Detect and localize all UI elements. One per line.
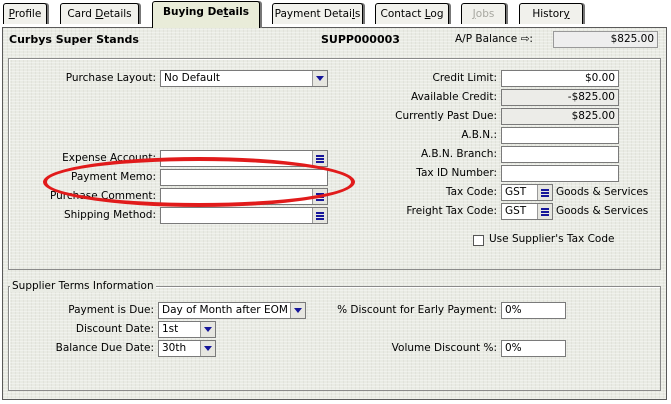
list-lookup-icon[interactable] [537, 204, 552, 219]
tab-history[interactable]: History [519, 3, 583, 24]
tab-label: Card Details [67, 8, 132, 20]
supplier-code: SUPP000003 [321, 33, 400, 46]
freight-tax-code-description: Goods & Services [556, 205, 649, 217]
past-due-value: $825.00 [501, 108, 619, 125]
balance-due-label: Balance Due Date: [55, 342, 154, 354]
payment-memo-field[interactable] [160, 169, 328, 186]
freight-tax-code-field[interactable]: GST [501, 203, 553, 220]
discount-date-label: Discount Date: [75, 323, 154, 335]
balance-due-select[interactable]: 30th [158, 340, 216, 357]
ap-balance-value: $825.00 [553, 31, 658, 48]
tab-label: Jobs [472, 8, 495, 20]
abn-field[interactable] [501, 127, 619, 144]
payment-due-value: Day of Month after EOM [162, 304, 288, 316]
discount-date-value: 1st [162, 323, 179, 335]
tab-profile[interactable]: Profile [3, 3, 47, 24]
chevron-down-icon[interactable] [312, 71, 327, 86]
volume-discount-value: 0% [505, 342, 522, 354]
tax-code-value: GST [505, 186, 527, 198]
credit-limit-value: $0.00 [584, 72, 615, 84]
tax-id-field[interactable] [501, 165, 619, 182]
shipping-method-label: Shipping Method: [63, 209, 156, 221]
list-lookup-icon[interactable] [537, 185, 552, 200]
chevron-down-icon[interactable] [200, 322, 215, 337]
tab-label: Contact Log [380, 8, 444, 20]
use-supplier-tax-checkbox[interactable] [473, 235, 484, 246]
ap-balance-label: A/P Balance ⇨: [455, 33, 533, 45]
abn-branch-field[interactable] [501, 146, 619, 163]
tab-strip: Profile Card Details Buying Details Paym… [0, 0, 671, 28]
shipping-method-field[interactable] [160, 207, 328, 224]
tab-contact-log[interactable]: Contact Log [375, 3, 449, 24]
early-discount-label: % Discount for Early Payment: [337, 304, 497, 316]
payment-memo-label: Payment Memo: [70, 171, 156, 183]
use-supplier-tax-label: Use Supplier's Tax Code [489, 233, 615, 245]
volume-discount-field[interactable]: 0% [501, 340, 566, 357]
expense-account-label: Expense Account: [62, 152, 156, 164]
supplier-name: Curbys Super Stands [9, 33, 139, 46]
discount-date-select[interactable]: 1st [158, 321, 216, 338]
chevron-down-icon[interactable] [200, 341, 215, 356]
freight-tax-code-label: Freight Tax Code: [406, 205, 497, 217]
tab-jobs: Jobs [461, 3, 506, 24]
chevron-down-icon[interactable] [290, 303, 305, 318]
payment-due-select[interactable]: Day of Month after EOM [158, 302, 306, 319]
expense-account-field[interactable] [160, 150, 328, 167]
tab-label: Payment Details [274, 8, 361, 20]
early-discount-field[interactable]: 0% [501, 302, 566, 319]
list-lookup-icon[interactable] [312, 151, 327, 166]
supplier-terms-title: Supplier Terms Information [10, 280, 156, 292]
tab-label: Profile [8, 8, 42, 20]
purchase-comment-label: Purchase Comment: [50, 190, 156, 202]
abn-branch-label: A.B.N. Branch: [421, 148, 497, 160]
tax-code-label: Tax Code: [445, 186, 497, 198]
volume-discount-label: Volume Discount %: [391, 342, 497, 354]
available-credit-label: Available Credit: [411, 91, 497, 103]
tab-card-details[interactable]: Card Details [60, 3, 139, 24]
purchase-layout-value: No Default [164, 72, 220, 84]
past-due-label: Currently Past Due: [395, 110, 497, 122]
purchase-layout-label: Purchase Layout: [65, 72, 156, 84]
abn-label: A.B.N.: [461, 129, 497, 141]
balance-due-value: 30th [162, 342, 187, 354]
payment-due-label: Payment is Due: [68, 304, 154, 316]
early-discount-value: 0% [505, 304, 522, 316]
tax-id-label: Tax ID Number: [416, 167, 497, 179]
tax-code-description: Goods & Services [556, 186, 649, 198]
tab-label: Buying Details [163, 6, 249, 18]
header-row: Curbys Super Stands SUPP000003 A/P Balan… [3, 28, 666, 50]
purchase-layout-select[interactable]: No Default [160, 70, 328, 87]
tab-payment-details[interactable]: Payment Details [272, 3, 363, 24]
credit-limit-field[interactable]: $0.00 [501, 70, 619, 87]
tab-buying-details[interactable]: Buying Details [152, 1, 260, 28]
tax-code-field[interactable]: GST [501, 184, 553, 201]
purchase-comment-field[interactable] [160, 188, 328, 205]
buying-details-panel: Curbys Super Stands SUPP000003 A/P Balan… [2, 27, 667, 400]
credit-limit-label: Credit Limit: [432, 72, 497, 84]
tab-label: History [532, 8, 570, 20]
freight-tax-code-value: GST [505, 205, 527, 217]
available-credit-value: -$825.00 [501, 89, 619, 106]
list-lookup-icon[interactable] [312, 189, 327, 204]
list-lookup-icon[interactable] [312, 208, 327, 223]
